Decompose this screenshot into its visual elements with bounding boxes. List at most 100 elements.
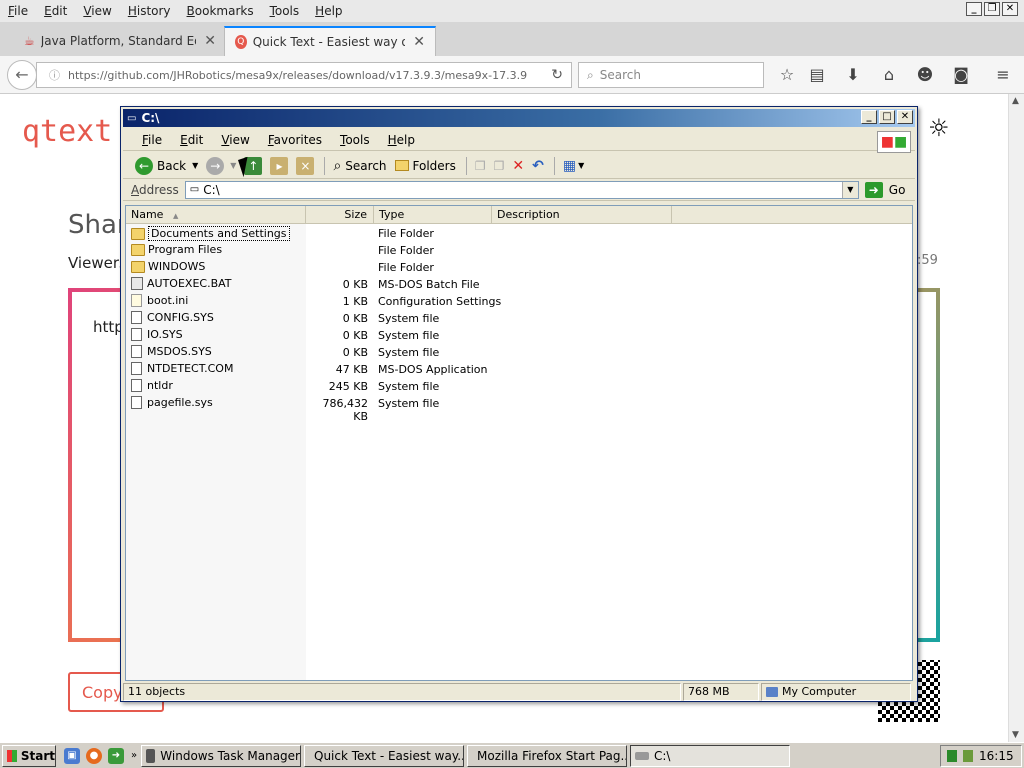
table-row[interactable]: IO.SYS 0 KB System file xyxy=(126,327,912,344)
close-icon[interactable]: ✕ xyxy=(1002,2,1018,16)
forward-arrow-icon: → xyxy=(206,156,225,175)
my-computer-icon xyxy=(766,687,778,697)
ff-menu-history[interactable]: History xyxy=(120,4,179,18)
dropdown-arrow-icon[interactable]: ▼ xyxy=(192,161,198,170)
file-size: 47 KB xyxy=(335,363,368,376)
column-header-type[interactable]: Type xyxy=(374,206,492,223)
close-icon[interactable]: ✕ xyxy=(204,33,216,49)
undo-button[interactable]: ↶ xyxy=(532,158,544,174)
folders-button[interactable]: Folders xyxy=(394,159,456,173)
back-icon[interactable]: ← xyxy=(7,60,37,90)
menu-file[interactable]: File xyxy=(133,133,171,147)
back-arrow-icon: ← xyxy=(135,156,153,175)
firefox-icon[interactable]: ● xyxy=(86,747,102,764)
menu-favorites[interactable]: Favorites xyxy=(259,133,331,147)
go-button[interactable]: ➜ Go xyxy=(864,181,905,198)
move-button[interactable]: ❐ xyxy=(494,159,505,173)
ff-menu-help[interactable]: Help xyxy=(307,4,350,18)
home-icon[interactable]: ⌂ xyxy=(878,64,900,86)
address-input[interactable]: ▭ C:\ ▼ xyxy=(184,180,859,199)
scroll-down-icon[interactable]: ▼ xyxy=(1012,730,1019,740)
move-to-icon: ▸ xyxy=(270,156,289,175)
status-object-count: 11 objects xyxy=(123,683,681,701)
ff-menu-file[interactable]: File xyxy=(0,4,36,18)
folder-delete-icon: × xyxy=(296,156,315,175)
menu-view[interactable]: View xyxy=(212,133,258,147)
taskbar-explorer[interactable]: C:\ xyxy=(630,744,790,767)
clock[interactable]: 16:15 xyxy=(979,749,1014,763)
info-icon[interactable]: ⓘ xyxy=(49,67,60,83)
back-button[interactable]: ← Back ▼ xyxy=(135,156,198,175)
table-row[interactable]: CONFIG.SYS 0 KB System file xyxy=(126,310,912,327)
tab-quick-text[interactable]: Q Quick Text - Easiest way of o... ✕ xyxy=(224,26,436,56)
maximize-icon[interactable]: □ xyxy=(879,110,895,124)
forward-button[interactable]: → ▼ xyxy=(206,156,236,175)
explorer-titlebar[interactable]: ▭ C:\ _ □ ✕ xyxy=(123,109,915,127)
menu-help[interactable]: Help xyxy=(379,133,424,147)
search-input[interactable]: ⌕ Search xyxy=(578,62,764,88)
column-header-description[interactable]: Description xyxy=(492,206,672,223)
table-row[interactable]: AUTOEXEC.BAT 0 KB MS-DOS Batch File xyxy=(126,276,912,293)
table-row[interactable]: MSDOS.SYS 0 KB System file xyxy=(126,344,912,361)
taskbar-firefox-start[interactable]: Mozilla Firefox Start Pag... xyxy=(467,744,627,767)
column-header-name[interactable]: Name ▲ xyxy=(126,206,306,223)
time-label: :59 xyxy=(917,253,938,268)
desktop-icon[interactable]: ▣ xyxy=(64,747,80,764)
drive-icon xyxy=(635,751,649,760)
hamburger-menu-icon[interactable]: ≡ xyxy=(992,64,1014,86)
move-to-button[interactable]: ▸ xyxy=(270,156,289,175)
dropdown-arrow-icon[interactable]: ▼ xyxy=(230,161,236,170)
copy-to-button[interactable]: ❐ xyxy=(475,159,486,173)
file-type: System file xyxy=(378,346,440,359)
pocket-icon[interactable]: ◙ xyxy=(950,64,972,86)
ff-menu-view[interactable]: View xyxy=(75,4,119,18)
safely-remove-icon[interactable] xyxy=(963,750,973,762)
more-icon[interactable]: » xyxy=(130,748,138,764)
views-button[interactable]: ▦ ▼ xyxy=(563,158,584,174)
download-icon[interactable]: ⬇ xyxy=(842,64,864,86)
file-list[interactable]: Name ▲ Size Type Description Documents a… xyxy=(125,205,913,681)
ff-menu-bookmarks[interactable]: Bookmarks xyxy=(179,4,262,18)
table-row[interactable]: boot.ini 1 KB Configuration Settings xyxy=(126,293,912,310)
ff-menu-tools[interactable]: Tools xyxy=(262,4,308,18)
scroll-up-icon[interactable]: ▲ xyxy=(1012,96,1019,106)
qtext-logo[interactable]: qtext xyxy=(22,114,112,149)
close-icon[interactable]: ✕ xyxy=(413,34,425,50)
column-header-size[interactable]: Size xyxy=(306,206,374,223)
taskbar-quick-text[interactable]: Quick Text - Easiest way... xyxy=(304,744,464,767)
menu-edit[interactable]: Edit xyxy=(171,133,212,147)
minimize-icon[interactable]: _ xyxy=(861,110,877,124)
tab-java-platform[interactable]: ☕ Java Platform, Standard Editi... ✕ xyxy=(14,26,226,56)
ff-menu-edit[interactable]: Edit xyxy=(36,4,75,18)
table-row[interactable]: NTDETECT.COM 47 KB MS-DOS Application xyxy=(126,361,912,378)
table-row[interactable]: Program Files File Folder xyxy=(126,242,912,259)
theme-sun-icon[interactable]: ☼ xyxy=(928,114,950,142)
table-row[interactable]: Documents and Settings File Folder xyxy=(126,225,912,242)
minimize-icon[interactable]: _ xyxy=(966,2,982,16)
network-icon[interactable] xyxy=(947,750,957,762)
page-scrollbar[interactable]: ▲ ▼ xyxy=(1008,94,1024,742)
file-name: boot.ini xyxy=(147,294,189,307)
table-row[interactable]: pagefile.sys 786,432 KB System file xyxy=(126,395,912,423)
hello-icon[interactable]: ☻ xyxy=(914,64,936,86)
menu-tools[interactable]: Tools xyxy=(331,133,379,147)
url-bar[interactable]: ⓘ https://github.com/JHRobotics/mesa9x/r… xyxy=(36,62,572,88)
reading-list-icon[interactable]: ▤ xyxy=(806,64,828,86)
window-title: C:\ xyxy=(141,111,160,125)
restore-icon[interactable]: ❐ xyxy=(984,2,1000,16)
firefox-navbar: ⓘ https://github.com/JHRobotics/mesa9x/r… xyxy=(0,56,1024,94)
table-row[interactable]: WINDOWS File Folder xyxy=(126,259,912,276)
search-button[interactable]: ⌕ Search xyxy=(333,158,386,174)
qtext-favicon-icon: Q xyxy=(235,35,247,49)
close-icon[interactable]: ✕ xyxy=(897,110,913,124)
taskbar-task-manager[interactable]: Windows Task Manager xyxy=(141,744,301,767)
arrow-app-icon[interactable]: ➜ xyxy=(108,747,124,764)
application-icon xyxy=(131,362,142,375)
start-button[interactable]: Start xyxy=(2,744,56,767)
reload-icon[interactable]: ↻ xyxy=(551,67,563,83)
chevron-down-icon[interactable]: ▼ xyxy=(841,181,858,198)
bookmark-star-icon[interactable]: ☆ xyxy=(776,64,798,86)
delete-button[interactable]: ✕ xyxy=(512,158,524,174)
delete-folder-button[interactable]: × xyxy=(296,156,315,175)
table-row[interactable]: ntldr 245 KB System file xyxy=(126,378,912,395)
